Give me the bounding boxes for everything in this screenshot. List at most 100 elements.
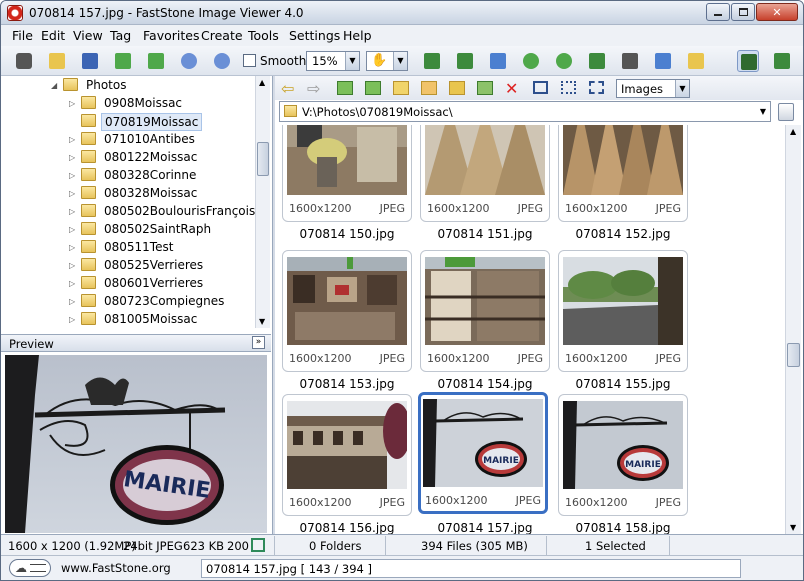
view-mode-select[interactable]: Images ▼: [616, 79, 690, 98]
thumbnail-card[interactable]: 1600x1200 JPEG: [558, 125, 688, 222]
app-window: 070814 157.jpg - FastStone Image Viewer …: [0, 0, 804, 581]
recycle-bin-button[interactable]: [778, 103, 794, 121]
thumbnail-grid[interactable]: 1600x1200 JPEG 070814 150.jpg 1600x1200 JPEG…: [275, 125, 803, 534]
details-view-button[interactable]: [589, 79, 607, 97]
folder-tree[interactable]: ◢ Photos ▷ 0908Moissac 070819Moissac ▷ 07101…: [5, 76, 271, 328]
scroll-down-icon[interactable]: ▼: [790, 523, 796, 532]
thumbnail-card[interactable]: 1600x1200 JPEG: [282, 250, 412, 372]
fullscreen-button[interactable]: [771, 50, 793, 72]
previous-button[interactable]: [112, 50, 134, 72]
move-to-button[interactable]: [477, 79, 495, 97]
path-bar[interactable]: V:\Photos\070819Moissac\ ▼: [279, 101, 771, 122]
thumbnail-filename[interactable]: 070814 155.jpg: [554, 377, 692, 391]
thumbnail-filename[interactable]: 070814 152.jpg: [554, 227, 692, 241]
save-button[interactable]: [79, 50, 101, 72]
menu-tools[interactable]: Tools: [248, 28, 279, 43]
cursor-mode-select[interactable]: ✋ ▼: [366, 51, 408, 71]
back-button[interactable]: ⇦: [281, 79, 299, 98]
expand-icon[interactable]: ▷: [69, 171, 75, 180]
tree-scrollbar[interactable]: ▲ ▼: [255, 76, 270, 328]
open-button[interactable]: [46, 50, 68, 72]
new-folder-button[interactable]: [421, 79, 439, 97]
scroll-up-icon[interactable]: ▲: [790, 127, 796, 136]
website-link[interactable]: www.FastStone.org: [61, 561, 171, 575]
thumbnail-filename[interactable]: 070814 156.jpg: [278, 521, 416, 534]
rename-button[interactable]: [487, 50, 509, 72]
fit-screen-icon[interactable]: [251, 538, 265, 552]
list-view-button[interactable]: [561, 79, 579, 97]
expand-icon[interactable]: ▷: [69, 243, 75, 252]
thumbnail-scroll-thumb[interactable]: [787, 343, 800, 367]
title-bar: 070814 157.jpg - FastStone Image Viewer …: [1, 1, 803, 25]
chevron-down-icon: ▼: [345, 52, 359, 70]
email-button[interactable]: [685, 50, 707, 72]
thumbnail-scrollbar[interactable]: ▲ ▼: [785, 125, 801, 534]
thumbnail-filename[interactable]: 070814 150.jpg: [278, 227, 416, 241]
next-button[interactable]: [145, 50, 167, 72]
smooth-checkbox[interactable]: [243, 54, 256, 67]
expand-icon[interactable]: ▷: [69, 225, 75, 234]
layout-button[interactable]: [737, 50, 759, 72]
thumbnail-filename[interactable]: 070814 153.jpg: [278, 377, 416, 391]
delete-button[interactable]: ✕: [505, 79, 523, 98]
thumbnail-card[interactable]: MAIRIE 1600x1200 JPEG: [558, 394, 688, 516]
thumbnail-card[interactable]: 1600x1200 JPEG: [420, 125, 550, 222]
scroll-down-icon[interactable]: ▼: [259, 317, 265, 326]
expand-icon[interactable]: ▷: [69, 315, 75, 324]
thumbnail-format: JPEG: [655, 352, 681, 365]
expand-icon[interactable]: ▷: [69, 261, 75, 270]
menu-create[interactable]: Create: [201, 28, 243, 43]
acquire-button[interactable]: [13, 50, 35, 72]
expand-icon[interactable]: ▷: [69, 153, 75, 162]
forward-button[interactable]: ⇨: [307, 79, 325, 98]
rotate-right-button[interactable]: [553, 50, 575, 72]
chevron-down-icon[interactable]: ▼: [760, 107, 766, 116]
minimize-button[interactable]: [706, 3, 730, 21]
tree-item-label: 081005Moissac: [104, 312, 198, 326]
collapse-icon[interactable]: ◢: [51, 81, 57, 90]
menu-help[interactable]: Help: [343, 28, 372, 43]
thumbnail-card[interactable]: 1600x1200 JPEG: [282, 394, 412, 516]
favorites-button[interactable]: [393, 79, 411, 97]
resize-button[interactable]: [454, 50, 476, 72]
menu-view[interactable]: View: [73, 28, 103, 43]
tree-scroll-thumb[interactable]: [257, 142, 269, 176]
app-icon[interactable]: [7, 5, 23, 21]
expand-icon[interactable]: ▷: [69, 297, 75, 306]
menu-file[interactable]: File: [12, 28, 33, 43]
expand-icon[interactable]: ▷: [69, 207, 75, 216]
preview-collapse-button[interactable]: »: [252, 336, 265, 349]
zoom-select[interactable]: 15% ▼: [306, 51, 360, 71]
menu-settings[interactable]: Settings: [289, 28, 340, 43]
scroll-up-icon[interactable]: ▲: [259, 78, 265, 87]
zoom-out-button[interactable]: [211, 50, 233, 72]
copy-to-button[interactable]: [449, 79, 467, 97]
slideshow-button[interactable]: [619, 50, 641, 72]
expand-icon[interactable]: ▷: [69, 135, 75, 144]
thumbnail-filename[interactable]: 070814 157.jpg: [416, 521, 554, 534]
thumbnail-view-button[interactable]: [533, 79, 551, 97]
expand-icon[interactable]: ▷: [69, 279, 75, 288]
refresh-button[interactable]: [365, 79, 383, 97]
thumbnail-card[interactable]: 1600x1200 JPEG: [420, 250, 550, 372]
menu-favorites[interactable]: Favorites: [143, 28, 199, 43]
expand-icon[interactable]: ▷: [69, 99, 75, 108]
thumbnail-card[interactable]: 1600x1200 JPEG: [282, 125, 412, 222]
menu-tag[interactable]: Tag: [110, 28, 131, 43]
zoom-in-button[interactable]: [178, 50, 200, 72]
maximize-button[interactable]: [731, 3, 755, 21]
rotate-left-button[interactable]: [520, 50, 542, 72]
thumbnail-card[interactable]: 1600x1200 JPEG: [558, 250, 688, 372]
menu-edit[interactable]: Edit: [41, 28, 65, 43]
expand-icon[interactable]: ▷: [69, 189, 75, 198]
close-button[interactable]: ✕: [756, 3, 798, 21]
thumbnail-filename[interactable]: 070814 158.jpg: [554, 521, 692, 534]
thumbnail-filename[interactable]: 070814 154.jpg: [416, 377, 554, 391]
up-folder-button[interactable]: [337, 79, 355, 97]
wallpaper-button[interactable]: [652, 50, 674, 72]
chevron-down-icon: ▼: [675, 80, 689, 97]
thumbnail-filename[interactable]: 070814 151.jpg: [416, 227, 554, 241]
compare-button[interactable]: [586, 50, 608, 72]
thumbnail-card[interactable]: MAIRIE 1600x1200 JPEG: [418, 392, 548, 514]
crop-button[interactable]: [421, 50, 443, 72]
